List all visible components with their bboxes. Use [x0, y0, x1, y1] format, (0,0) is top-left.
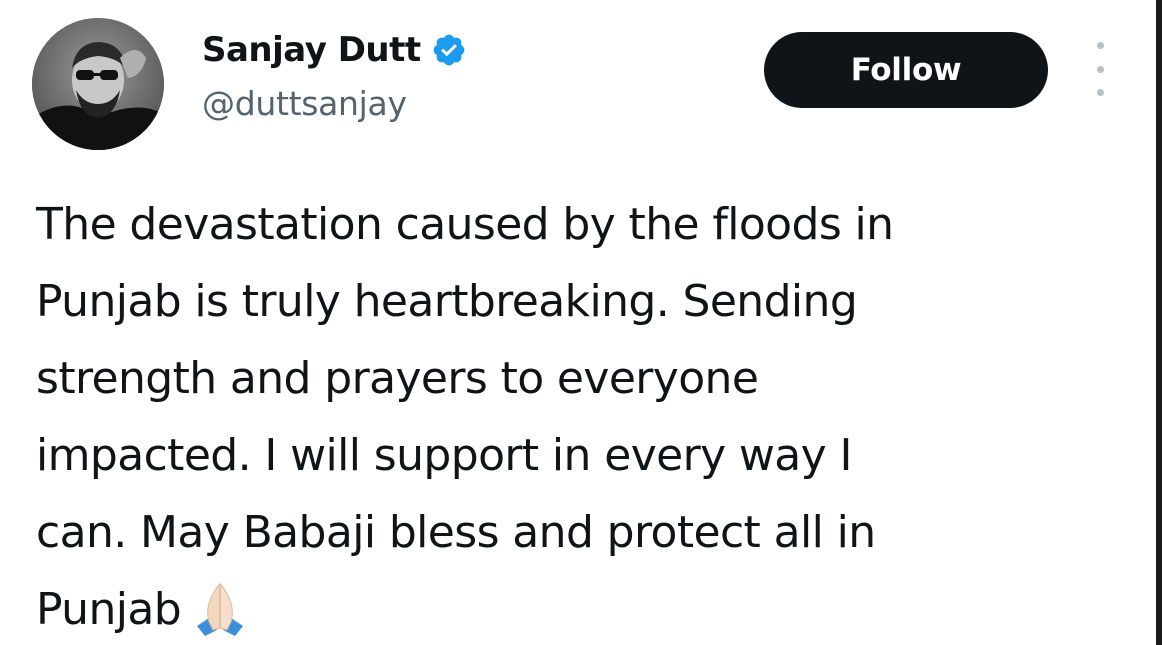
profile-photo-icon	[32, 18, 164, 150]
tweet-line: Punjab	[36, 584, 182, 635]
tweet-line: Punjab is truly heartbreaking. Sending	[36, 276, 858, 327]
follow-button[interactable]: Follow	[764, 32, 1048, 108]
tweet-line: The devastation caused by the floods in	[36, 199, 894, 250]
avatar[interactable]	[32, 18, 164, 150]
tweet-line: impacted. I will support in every way I	[36, 430, 852, 481]
folded-hands-emoji-icon	[191, 578, 249, 638]
tweet-line: can. May Babaji bless and protect all in	[36, 507, 876, 558]
more-dot	[1096, 65, 1104, 73]
verified-badge-icon	[433, 34, 464, 66]
tweet-card: Sanjay Dutt @duttsanjay Follow The devas…	[0, 0, 1162, 645]
display-name[interactable]: Sanjay Dutt	[202, 30, 421, 70]
tweet-last-line: Punjab	[36, 571, 1146, 645]
more-options-icon[interactable]	[1092, 42, 1108, 96]
author-name-row: Sanjay Dutt	[202, 28, 467, 72]
tweet-line: strength and prayers to everyone	[36, 353, 759, 404]
more-dot	[1096, 42, 1104, 49]
tweet-text: The devastation caused by the floods in …	[36, 186, 1146, 645]
window-edge	[1156, 0, 1162, 645]
author-handle[interactable]: @duttsanjay	[202, 84, 407, 123]
more-dot	[1096, 89, 1104, 96]
